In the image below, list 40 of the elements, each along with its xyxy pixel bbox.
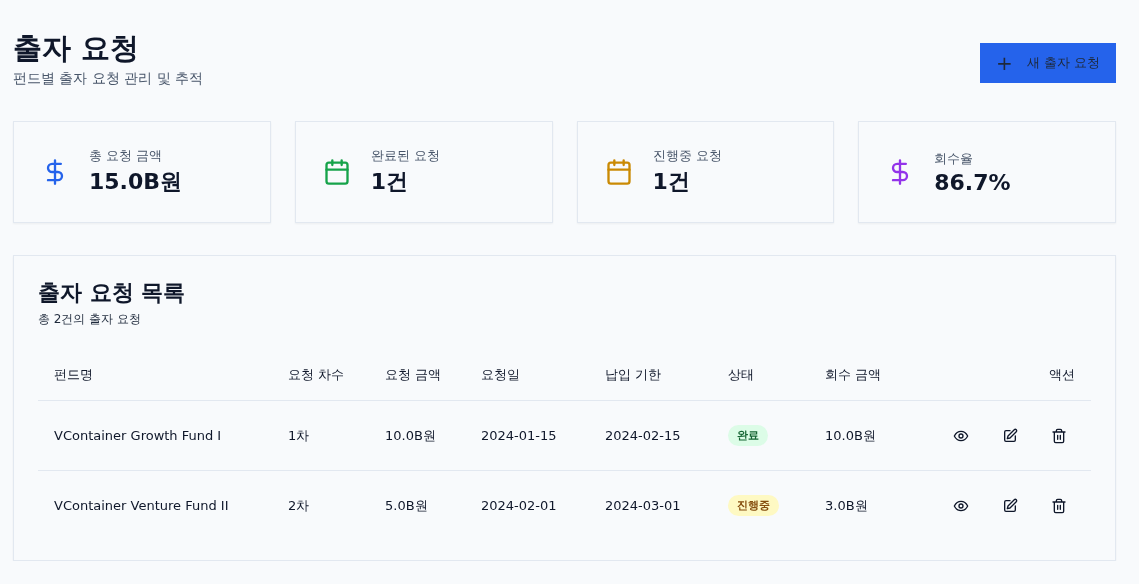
column-header: 요청 차수 — [288, 366, 346, 384]
table-cell-text: 2024-02-15 — [605, 428, 682, 443]
table-cell-text: VContainer Venture Fund II — [54, 498, 230, 513]
panel-subtitle: 총 2건의 출자 요청 — [38, 311, 143, 328]
column-header: 펀드명 — [54, 366, 94, 384]
column-header: 납입 기한 — [605, 366, 663, 384]
stat-value: 1건 — [652, 168, 691, 196]
table-cell-text: 2024-03-01 — [605, 498, 682, 513]
trash-icon[interactable] — [1051, 497, 1067, 514]
trash-icon[interactable] — [1051, 427, 1067, 444]
column-header: 요청일 — [481, 366, 521, 384]
table-cell-text: 1차 — [288, 426, 311, 445]
column-header: 액션 — [1049, 366, 1075, 384]
stat-label: 회수율 — [934, 149, 975, 168]
panel-title: 출자 요청 목록 — [38, 279, 187, 307]
stat-label: 진행중 요청 — [652, 147, 722, 165]
table-cell-text: 2024-02-01 — [481, 498, 558, 513]
column-header: 회수 금액 — [825, 366, 883, 384]
column-header: 상태 — [728, 366, 755, 384]
edit-icon[interactable] — [1002, 427, 1018, 444]
new-request-button[interactable]: + 새 출자 요청 — [980, 43, 1116, 83]
table-cell-text: 3.0B원 — [825, 496, 869, 515]
table-cell-text: 10.0B원 — [385, 426, 437, 445]
table-cell-text: 5.0B원 — [385, 496, 429, 515]
status-badge: 진행중 — [728, 495, 779, 516]
table-cell-text: VContainer Growth Fund I — [54, 428, 223, 443]
plus-icon: + — [996, 53, 1013, 73]
page-title: 출자 요청 — [13, 30, 141, 67]
status-badge: 완료 — [728, 425, 768, 446]
stat-value: 1건 — [370, 168, 410, 196]
stat-value: 15.0B원 — [89, 168, 183, 196]
table-cell-text: 2차 — [288, 496, 311, 515]
stat-value: 86.7% — [934, 169, 1011, 195]
table-cell-text: 10.0B원 — [825, 426, 877, 445]
column-header: 요청 금액 — [385, 366, 443, 384]
table-cell-text: 2024-01-15 — [481, 428, 558, 443]
stat-label: 총 요청 금액 — [89, 147, 164, 165]
edit-icon[interactable] — [1002, 497, 1018, 514]
page-subtitle: 펀드별 출자 요청 관리 및 추적 — [13, 70, 204, 88]
stat-label: 완료된 요청 — [370, 147, 440, 165]
